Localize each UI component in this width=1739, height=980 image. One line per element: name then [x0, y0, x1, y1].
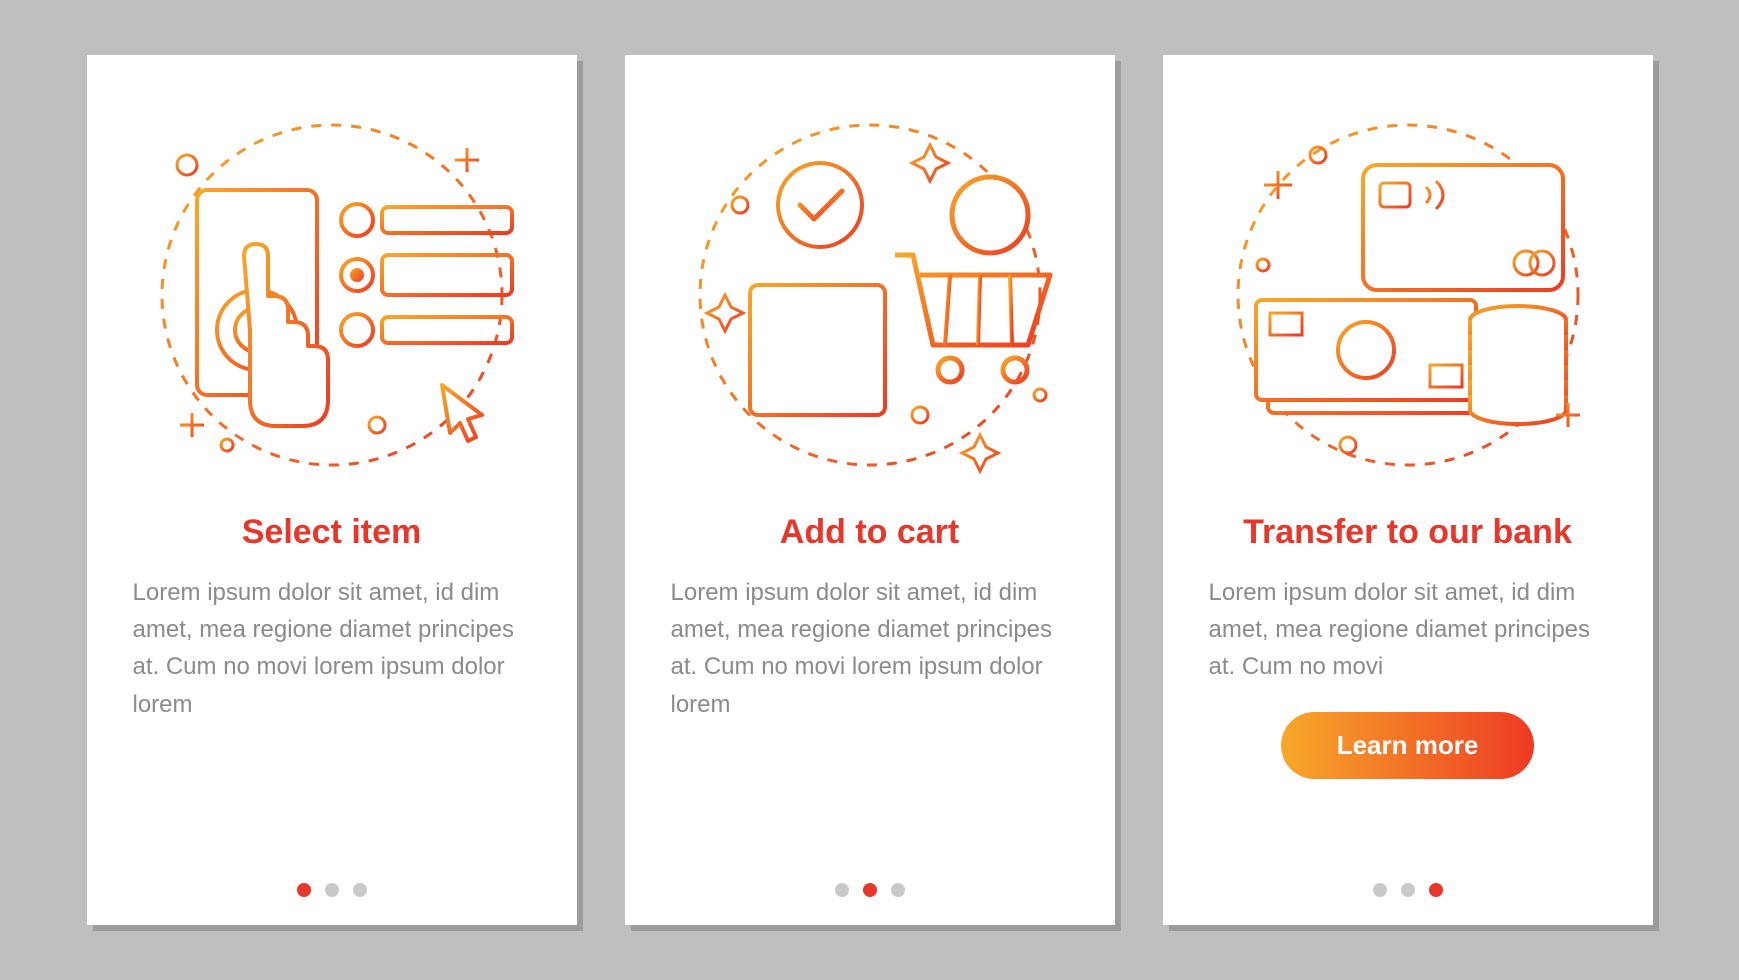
- onboarding-card-1: Select item Lorem ipsum dolor sit amet, …: [87, 55, 577, 925]
- select-item-illustration: [132, 95, 532, 495]
- dot-3[interactable]: [1429, 883, 1443, 897]
- add-to-cart-illustration: [670, 95, 1070, 495]
- card-title: Add to cart: [780, 513, 959, 552]
- page-dots: [625, 883, 1115, 897]
- dot-2[interactable]: [1401, 883, 1415, 897]
- page-dots: [87, 883, 577, 897]
- dot-3[interactable]: [353, 883, 367, 897]
- dot-2[interactable]: [325, 883, 339, 897]
- learn-more-button[interactable]: Learn more: [1281, 712, 1535, 779]
- transfer-bank-illustration: [1208, 95, 1608, 495]
- page-dots: [1163, 883, 1653, 897]
- dot-1[interactable]: [835, 883, 849, 897]
- card-title: Select item: [242, 513, 422, 552]
- card-body: Lorem ipsum dolor sit amet, id dim amet,…: [1209, 574, 1607, 686]
- card-title: Transfer to our bank: [1243, 513, 1572, 552]
- dot-1[interactable]: [1373, 883, 1387, 897]
- onboarding-card-2: Add to cart Lorem ipsum dolor sit amet, …: [625, 55, 1115, 925]
- dot-3[interactable]: [891, 883, 905, 897]
- card-body: Lorem ipsum dolor sit amet, id dim amet,…: [133, 574, 531, 723]
- onboarding-card-3: Transfer to our bank Lorem ipsum dolor s…: [1163, 55, 1653, 925]
- dot-1[interactable]: [297, 883, 311, 897]
- card-body: Lorem ipsum dolor sit amet, id dim amet,…: [671, 574, 1069, 723]
- dot-2[interactable]: [863, 883, 877, 897]
